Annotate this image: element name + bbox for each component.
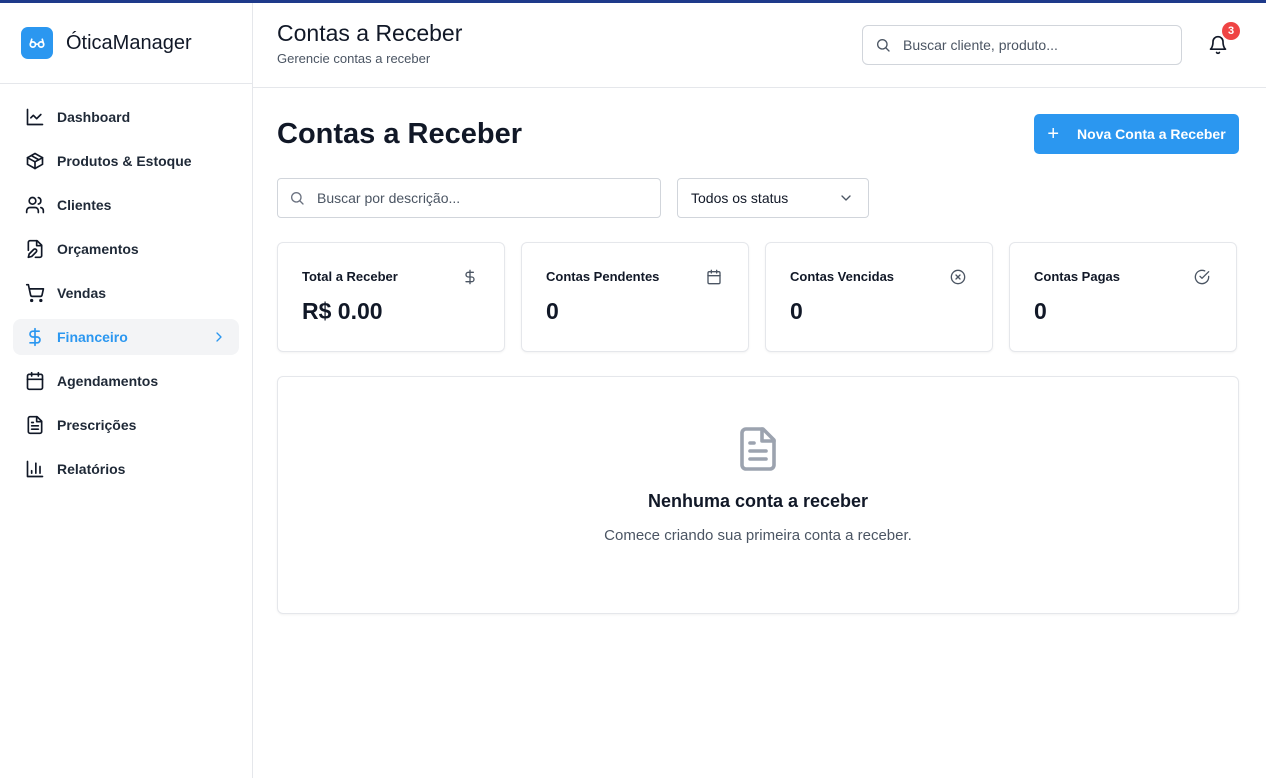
stat-card-label: Contas Vencidas	[790, 269, 895, 284]
sidebar-item-label: Financeiro	[57, 329, 128, 345]
calendar-icon	[706, 269, 722, 285]
brand[interactable]: ÓticaManager	[0, 3, 252, 84]
package-icon	[25, 151, 45, 171]
empty-state-description: Comece criando sua primeira conta a rece…	[604, 527, 912, 544]
chevron-right-icon	[211, 329, 227, 345]
stat-card-label: Contas Pendentes	[546, 269, 660, 284]
sidebar-item-dashboard[interactable]: Dashboard	[13, 99, 239, 135]
sidebar-item-agendamentos[interactable]: Agendamentos	[13, 363, 239, 399]
new-receivable-button[interactable]: + Nova Conta a Receber	[1034, 114, 1239, 154]
new-receivable-button-label: Nova Conta a Receber	[1077, 126, 1226, 142]
stats-cards: Total a Receber R$ 0.00 Contas Pendentes…	[277, 242, 1239, 352]
app-shell: ÓticaManager Dashboard Produtos & Estoqu…	[0, 3, 1266, 778]
calendar-icon	[25, 371, 45, 391]
sidebar-item-label: Orçamentos	[57, 241, 139, 257]
sidebar-item-label: Prescrições	[57, 417, 137, 433]
sidebar-item-clientes[interactable]: Clientes	[13, 187, 239, 223]
chart-line-icon	[25, 107, 45, 127]
page-content: Contas a Receber + Nova Conta a Receber …	[253, 88, 1266, 614]
chevron-down-icon	[838, 190, 854, 206]
header-titles: Contas a Receber Gerencie contas a receb…	[277, 20, 462, 66]
description-search-input[interactable]	[317, 190, 557, 206]
header-subtitle: Gerencie contas a receber	[277, 51, 431, 66]
sidebar-item-vendas[interactable]: Vendas	[13, 275, 239, 311]
stat-card-label: Contas Pagas	[1034, 269, 1120, 284]
stat-card-pendentes: Contas Pendentes 0	[521, 242, 749, 352]
sidebar-nav: Dashboard Produtos & Estoque Clientes Or…	[0, 84, 252, 487]
bar-chart-icon	[25, 459, 45, 479]
status-select[interactable]: Todos os status	[677, 178, 869, 218]
file-edit-icon	[25, 239, 45, 259]
file-text-icon	[734, 425, 782, 473]
dollar-icon	[462, 269, 478, 285]
empty-state: Nenhuma conta a receber Comece criando s…	[277, 376, 1239, 614]
check-circle-icon	[1194, 269, 1210, 285]
plus-icon: +	[1047, 123, 1060, 145]
stat-card-value: R$ 0.00	[302, 298, 383, 324]
sidebar-item-label: Agendamentos	[57, 373, 159, 389]
users-icon	[25, 195, 45, 215]
dollar-icon	[25, 327, 45, 347]
app-name: ÓticaManager	[66, 31, 192, 54]
page-title: Contas a Receber	[277, 117, 522, 150]
notification-badge: 3	[1222, 22, 1240, 40]
glasses-icon	[21, 27, 53, 59]
sidebar-item-prescricoes[interactable]: Prescrições	[13, 407, 239, 443]
sidebar-item-label: Vendas	[57, 285, 107, 301]
stat-card-vencidas: Contas Vencidas 0	[765, 242, 993, 352]
sidebar-item-label: Relatórios	[57, 461, 126, 477]
search-icon	[289, 190, 305, 206]
stat-card-pagas: Contas Pagas 0	[1009, 242, 1237, 352]
stat-card-value: 0	[790, 298, 803, 324]
global-search[interactable]	[862, 25, 1182, 65]
stat-card-total: Total a Receber R$ 0.00	[277, 242, 505, 352]
sidebar-item-produtos[interactable]: Produtos & Estoque	[13, 143, 239, 179]
empty-state-title: Nenhuma conta a receber	[647, 491, 869, 511]
top-header: Contas a Receber Gerencie contas a receb…	[253, 3, 1266, 88]
header-title: Contas a Receber	[277, 20, 463, 46]
sidebar-item-orcamentos[interactable]: Orçamentos	[13, 231, 239, 267]
sidebar: ÓticaManager Dashboard Produtos & Estoqu…	[0, 3, 253, 778]
search-icon	[875, 37, 891, 53]
file-text-icon	[25, 415, 45, 435]
cart-icon	[25, 283, 45, 303]
status-select-value: Todos os status	[691, 190, 789, 206]
sidebar-item-label: Dashboard	[57, 109, 131, 125]
page-heading-row: Contas a Receber + Nova Conta a Receber	[277, 88, 1239, 178]
global-search-input[interactable]	[903, 37, 1143, 53]
x-circle-icon	[950, 269, 966, 285]
sidebar-item-relatorios[interactable]: Relatórios	[13, 451, 239, 487]
stat-card-value: 0	[1034, 298, 1047, 324]
description-search[interactable]	[277, 178, 661, 218]
main-area: Contas a Receber Gerencie contas a receb…	[253, 3, 1266, 778]
sidebar-item-financeiro[interactable]: Financeiro	[13, 319, 239, 355]
stat-card-label: Total a Receber	[302, 269, 398, 284]
filters-row: Todos os status	[277, 178, 1239, 218]
sidebar-item-label: Produtos & Estoque	[57, 153, 192, 169]
stat-card-value: 0	[546, 298, 559, 324]
sidebar-item-label: Clientes	[57, 197, 112, 213]
